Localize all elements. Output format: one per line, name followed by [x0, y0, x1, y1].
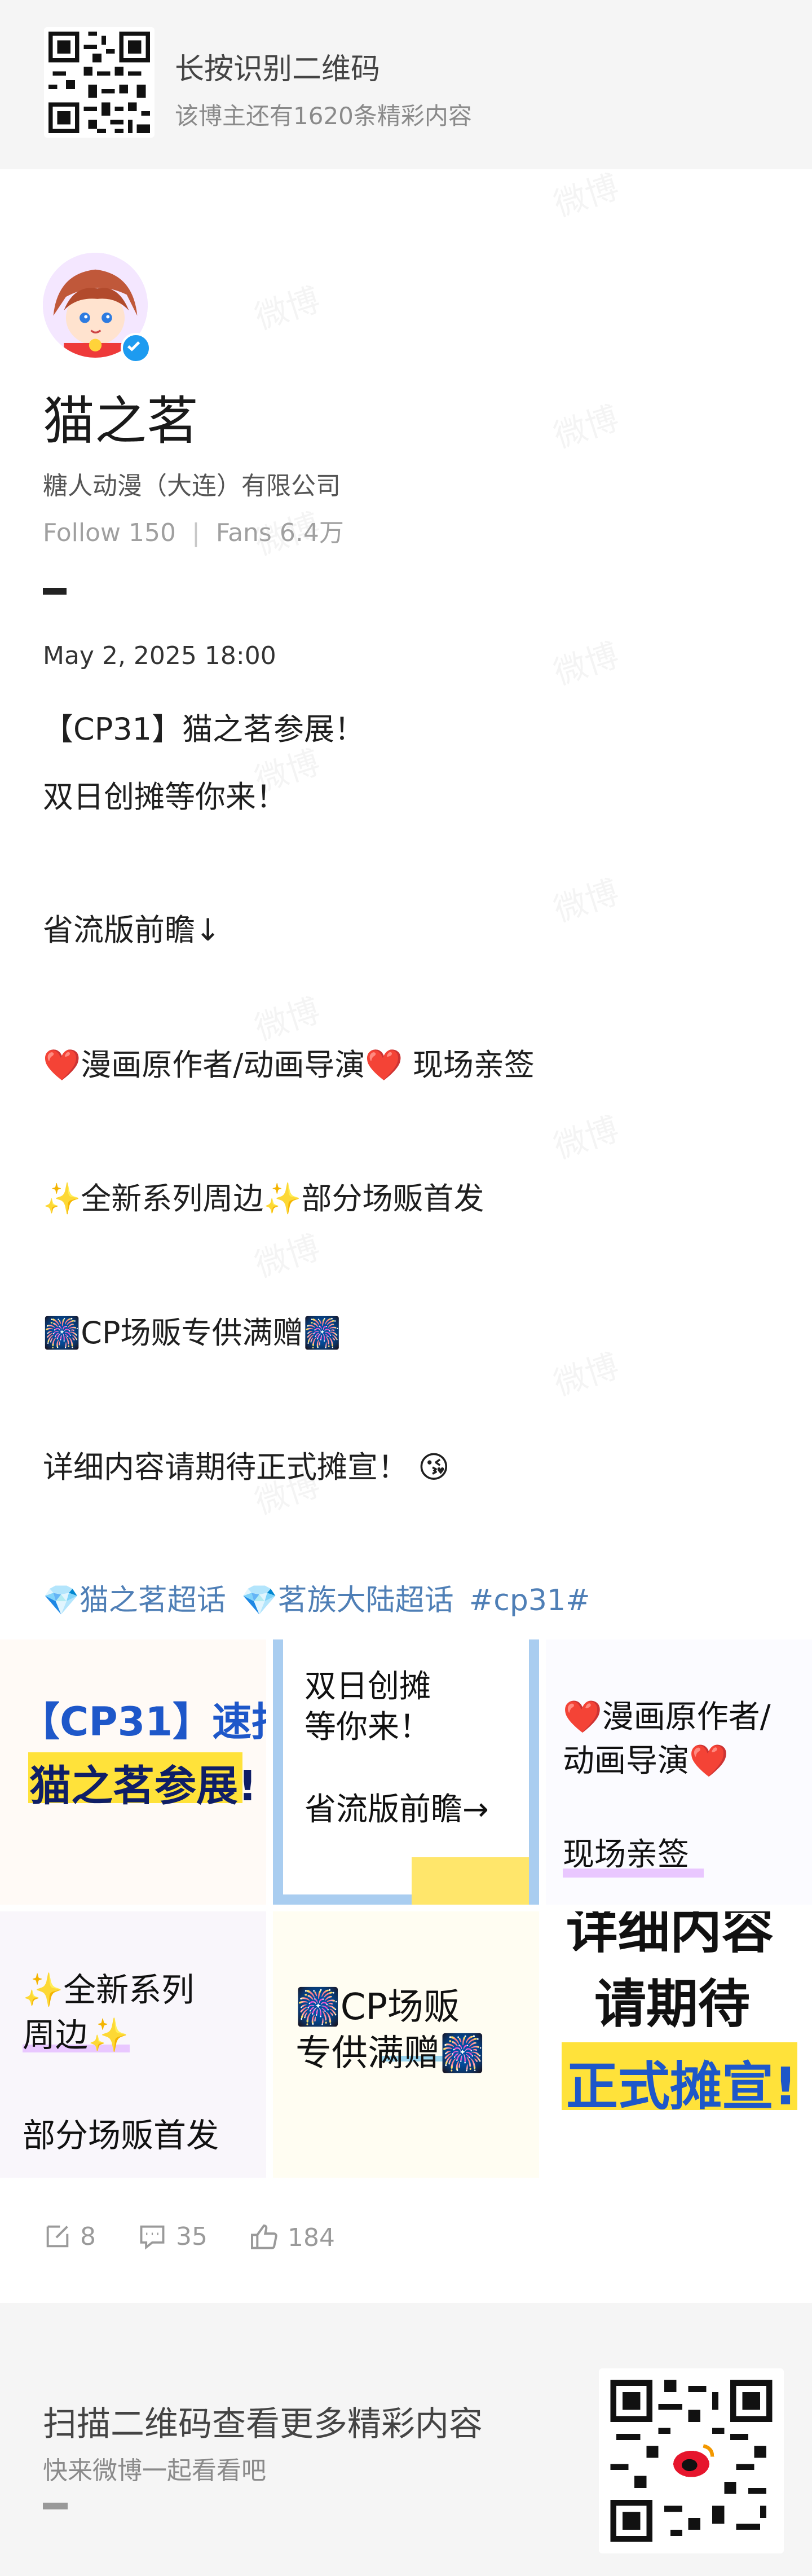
post-line: 双日创摊等你来！: [43, 779, 286, 815]
hashtag[interactable]: #cp31#: [469, 1584, 590, 1617]
post-image[interactable]: 双日创摊 等你来！ 省流版前瞻→: [273, 1639, 539, 1905]
like-count: 184: [288, 2223, 335, 2252]
watermark: 微博: [547, 865, 624, 931]
fans-count[interactable]: Fans 6.4万: [216, 518, 344, 547]
footer-qr-code[interactable]: [599, 2368, 784, 2553]
image-text: 周边✨: [23, 2016, 129, 2054]
profile-name[interactable]: 猫之茗: [43, 379, 198, 454]
post-image[interactable]: 【CP31】速报! 猫之茗参展!: [0, 1639, 266, 1905]
watermark: 微博: [248, 1221, 325, 1286]
comment-count: 35: [176, 2222, 208, 2251]
image-text: 详细内容: [566, 1911, 774, 1960]
footer-title: 扫描二维码查看更多精彩内容: [43, 2404, 483, 2444]
like-button[interactable]: 184: [248, 2222, 335, 2253]
image-text: 双日创摊: [304, 1668, 431, 1705]
post-image[interactable]: 🎆CP场贩 专供满赠🎆: [273, 1911, 539, 2178]
stats-separator: |: [191, 518, 200, 547]
image-text: 🎆CP场贩: [295, 1986, 460, 2028]
image-text: 正式摊宣!: [566, 2056, 797, 2117]
post-line: 🎆CP场贩专供满赠🎆: [43, 1315, 341, 1351]
post-image[interactable]: ❤️漫画原作者/ 动画导演❤️ 现场亲签: [546, 1639, 812, 1905]
post-date: May 2, 2025 18:00: [43, 641, 276, 670]
image-sticky-note: [412, 1857, 529, 1905]
image-text-headline: 速报!: [212, 1699, 266, 1745]
image-text: 动画导演❤️: [563, 1743, 729, 1779]
post-line: ✨全新系列周边✨部分场贩首发: [43, 1181, 484, 1216]
profile-stats: Follow 150 | Fans 6.4万: [43, 512, 344, 548]
profile-company: 糖人动漫（大连）有限公司: [43, 472, 341, 500]
watermark: 微博: [547, 392, 624, 457]
super-topic-tag[interactable]: 💎茗族大陆超话: [241, 1584, 454, 1617]
image-text: ✨全新系列: [23, 1971, 195, 2009]
post-image[interactable]: 详细内容 请期待 正式摊宣!: [546, 1911, 812, 2178]
watermark: 微博: [248, 273, 325, 339]
verified-badge-icon: [121, 333, 151, 363]
post-line: ❤️漫画原作者/动画导演❤️ 现场亲签: [43, 1047, 535, 1083]
repost-icon: [46, 2225, 69, 2248]
image-text: 专供满赠🎆: [295, 2033, 485, 2074]
repost-button[interactable]: 8: [43, 2222, 96, 2251]
post-line: 省流版前瞻↓: [43, 912, 221, 948]
header-title: 长按识别二维码: [175, 52, 381, 86]
super-topic-tag[interactable]: 💎猫之茗超话: [43, 1584, 226, 1617]
post-line: 详细内容请期待正式摊宣！ 😘: [43, 1449, 450, 1485]
footer-dash: [43, 2503, 68, 2509]
image-text: 现场亲签: [563, 1836, 689, 1873]
image-text: 【CP31】速报!: [20, 1690, 266, 1747]
image-text: 部分场贩首发: [23, 2116, 219, 2155]
comment-button[interactable]: 35: [138, 2222, 208, 2251]
header-subtitle: 该博主还有1620条精彩内容: [175, 102, 472, 130]
post-line: 【CP31】猫之茗参展！: [43, 711, 365, 747]
watermark: 微博: [547, 160, 624, 226]
watermark: 微博: [547, 1339, 624, 1405]
follow-count[interactable]: Follow 150: [43, 518, 176, 547]
image-text: 请期待: [594, 1974, 751, 2034]
divider-dash: [43, 588, 67, 595]
post-tags: 💎猫之茗超话 💎茗族大陆超话 #cp31#: [43, 1576, 590, 1619]
image-text: 省流版前瞻→: [304, 1791, 489, 1828]
comment-icon: [140, 2225, 165, 2250]
qr-code-image[interactable]: [44, 27, 155, 138]
image-text: ❤️漫画原作者/: [563, 1699, 771, 1735]
footer-subtitle: 快来微博一起看看吧: [43, 2456, 266, 2485]
watermark: 微博: [547, 1102, 624, 1168]
image-text: 猫之茗参展!: [29, 1762, 257, 1810]
watermark: 微博: [547, 628, 624, 694]
image-text-badge: 【CP31】: [20, 1699, 213, 1745]
thumbs-up-icon: [251, 2225, 277, 2249]
post-image[interactable]: ✨全新系列 周边✨ 部分场贩首发: [0, 1911, 266, 2178]
repost-count: 8: [80, 2222, 96, 2251]
image-text: 等你来！: [304, 1709, 431, 1746]
